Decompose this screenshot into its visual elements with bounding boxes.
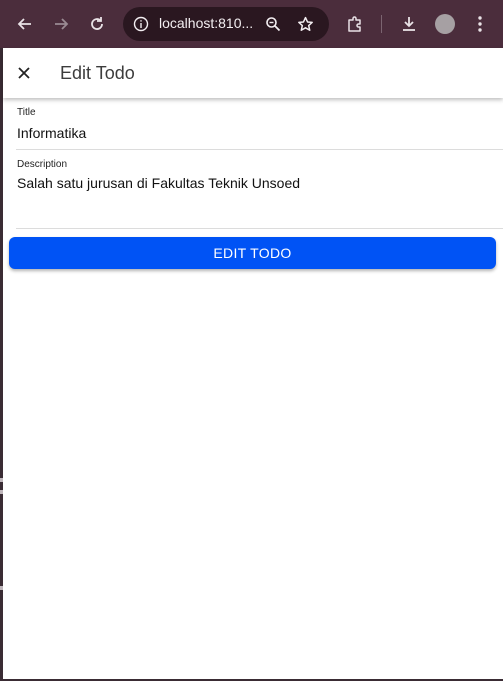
back-arrow-icon[interactable]: [12, 11, 38, 37]
edge-mark: [0, 490, 3, 494]
url-text[interactable]: localhost:810...: [159, 15, 253, 31]
reload-icon[interactable]: [84, 11, 110, 37]
edit-todo-button[interactable]: EDIT TODO: [9, 237, 496, 269]
zoom-icon[interactable]: [263, 14, 283, 34]
site-info-icon[interactable]: [132, 15, 150, 33]
title-input[interactable]: Informatika: [17, 125, 86, 141]
edge-mark: [0, 478, 3, 482]
close-icon[interactable]: [15, 64, 33, 82]
title-label: Title: [17, 107, 36, 118]
page-title: Edit Todo: [60, 63, 135, 83]
star-icon[interactable]: [295, 14, 315, 34]
more-menu-icon[interactable]: [467, 11, 493, 37]
title-underline: [16, 149, 503, 150]
toolbar-divider: [381, 15, 382, 33]
description-input[interactable]: Salah satu jurusan di Fakultas Teknik Un…: [17, 175, 300, 191]
description-underline: [16, 228, 503, 229]
browser-toolbar: localhost:810...: [0, 0, 503, 48]
edge-mark: [0, 586, 3, 590]
app-bar: Edit Todo: [3, 48, 503, 98]
window-edge: [0, 0, 3, 681]
description-label: Description: [17, 159, 68, 170]
address-bar[interactable]: localhost:810...: [123, 7, 329, 41]
extensions-icon[interactable]: [342, 11, 368, 37]
download-icon[interactable]: [396, 11, 422, 37]
profile-avatar[interactable]: [435, 14, 455, 34]
forward-arrow-icon[interactable]: [48, 11, 74, 37]
